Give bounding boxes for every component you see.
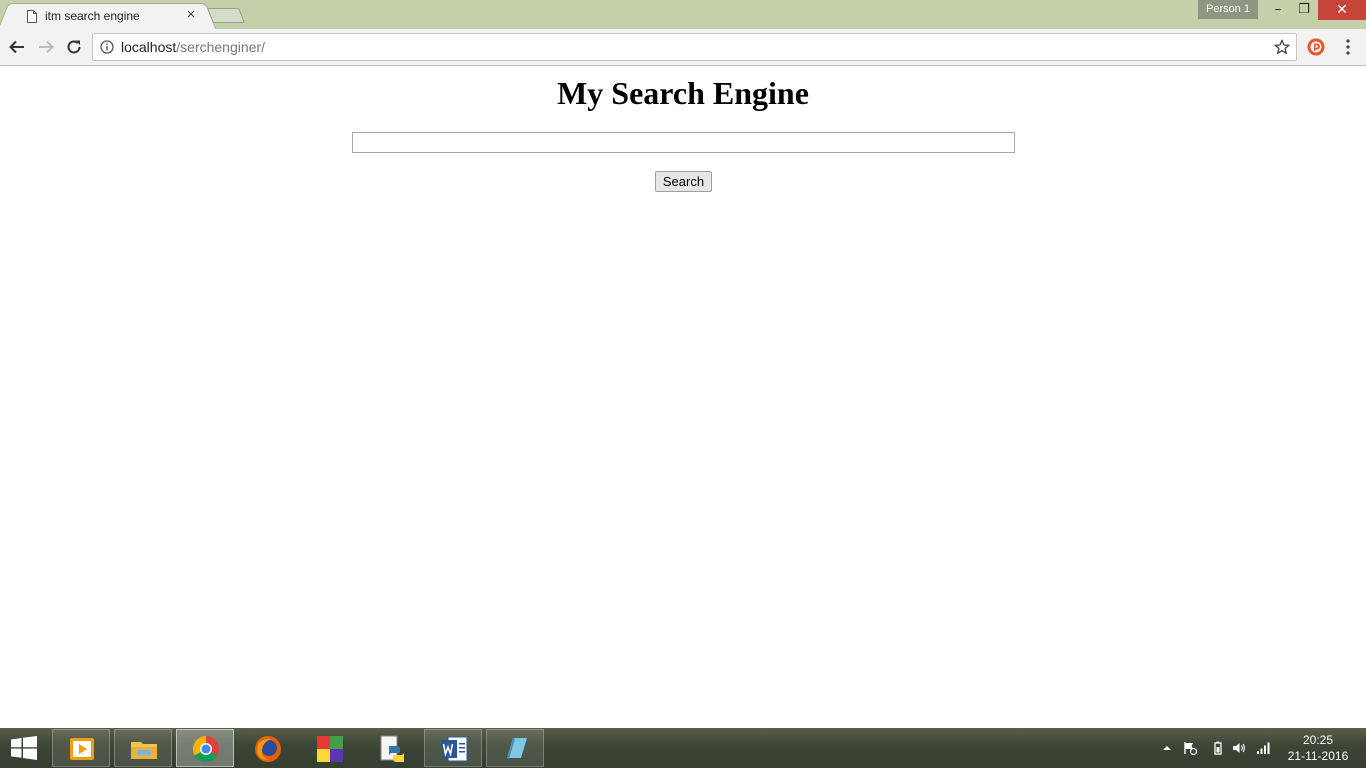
browser-toolbar: localhost/serchenginer/ — [0, 29, 1366, 66]
taskbar-word[interactable] — [424, 729, 482, 767]
file-explorer-icon — [131, 742, 157, 759]
taskbar-chrome[interactable] — [176, 729, 234, 767]
taskbar-colorful-app[interactable] — [300, 729, 358, 767]
taskbar-media-player[interactable] — [52, 729, 110, 767]
bookmark-star-icon[interactable] — [1274, 39, 1290, 55]
word-icon — [441, 736, 468, 762]
extension-icon[interactable] — [1307, 38, 1325, 56]
show-hidden-icons-icon[interactable] — [1160, 741, 1174, 755]
taskbar-file-explorer[interactable] — [114, 729, 172, 767]
volume-icon[interactable] — [1232, 741, 1246, 755]
battery-icon[interactable] — [1211, 741, 1225, 755]
taskbar-firefox[interactable] — [238, 729, 296, 767]
tab-close-icon[interactable]: × — [183, 7, 199, 23]
taskbar-notepad[interactable] — [486, 729, 544, 767]
page-icon — [27, 10, 37, 23]
url-text: localhost/serchenginer/ — [121, 39, 265, 55]
forward-arrow-icon[interactable] — [37, 38, 55, 56]
search-input[interactable] — [352, 132, 1015, 153]
restore-button[interactable]: ❐ — [1291, 0, 1317, 20]
windows-start-icon[interactable] — [10, 736, 38, 760]
minimize-button[interactable]: – — [1265, 0, 1291, 20]
address-bar[interactable]: localhost/serchenginer/ — [92, 33, 1297, 61]
url-path: /serchenginer/ — [176, 39, 265, 55]
media-player-icon — [70, 738, 94, 760]
window-titlebar: itm search engine × Person 1 – ❐ ✕ — [0, 0, 1366, 30]
back-arrow-icon[interactable] — [8, 38, 26, 56]
page-content: My Search Engine Search — [0, 67, 1366, 728]
network-signal-icon[interactable] — [1256, 741, 1270, 755]
search-button[interactable]: Search — [655, 171, 712, 192]
url-host: localhost — [121, 39, 177, 55]
reload-icon[interactable] — [65, 38, 83, 56]
browser-tab[interactable]: itm search engine × — [8, 3, 206, 30]
notepad-icon — [507, 738, 527, 759]
clock-date: 21-11-2016 — [1287, 749, 1349, 763]
close-window-button[interactable]: ✕ — [1318, 0, 1366, 20]
action-center-flag-icon[interactable] — [1183, 741, 1197, 755]
firefox-icon — [255, 736, 281, 762]
menu-kebab-icon[interactable] — [1340, 38, 1356, 56]
chrome-icon — [192, 735, 219, 763]
page-title: My Search Engine — [557, 75, 809, 111]
colorful-app-icon — [317, 736, 343, 762]
tab-title: itm search engine — [45, 9, 140, 23]
windows-taskbar: 20:25 21-11-2016 — [0, 728, 1366, 768]
info-icon[interactable] — [100, 40, 114, 54]
python-icon — [380, 735, 404, 762]
profile-button[interactable]: Person 1 — [1198, 0, 1258, 19]
new-tab-button[interactable] — [206, 8, 246, 23]
clock-time: 20:25 — [1302, 733, 1334, 747]
taskbar-python[interactable] — [362, 729, 420, 767]
taskbar-clock[interactable]: 20:25 21-11-2016 — [1282, 732, 1354, 764]
